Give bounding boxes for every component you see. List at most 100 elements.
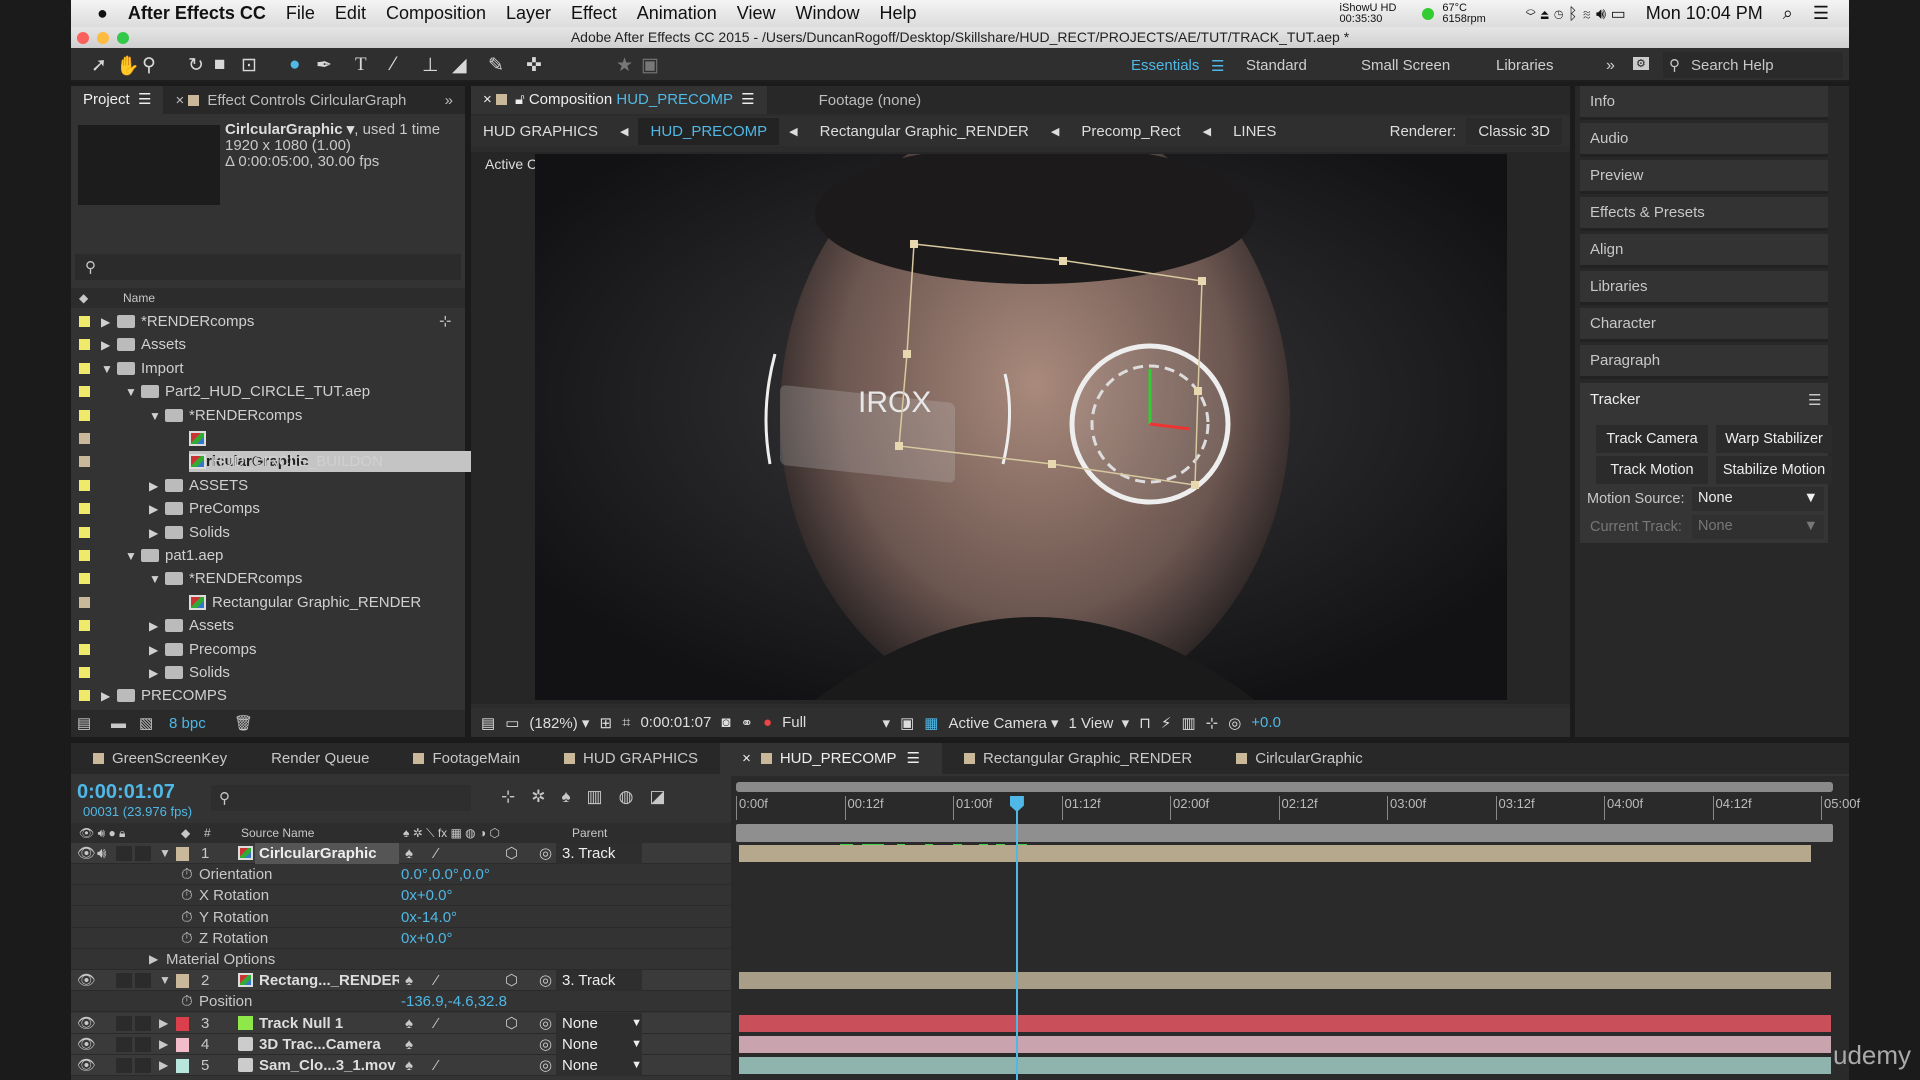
disclosure-open-icon[interactable]: ▼ [101, 358, 117, 381]
label-swatch[interactable] [79, 690, 90, 702]
pan-behind-tool-icon[interactable]: ⊡ [241, 54, 257, 77]
comp-viewer-frame[interactable]: IROX [535, 154, 1507, 700]
pixel-aspect-icon[interactable]: ⊓ [1139, 714, 1151, 732]
label-swatch[interactable] [176, 974, 189, 989]
project-item[interactable]: ▼ pat1.aep [71, 544, 441, 567]
label-swatch[interactable] [79, 503, 90, 515]
quality-switch[interactable]: ⁄ [435, 843, 438, 864]
graph-editor-icon[interactable]: ◪ [649, 787, 665, 807]
view-layout-dropdown[interactable]: 1 View ▾ [1069, 714, 1130, 732]
layer-duration-bar[interactable] [739, 1035, 1831, 1053]
region-of-interest-icon[interactable]: ▣ [900, 714, 914, 732]
disclosure-closed-icon[interactable]: ▶ [101, 334, 117, 357]
ellipse-tool-icon[interactable]: ● [289, 54, 300, 76]
quality-switch[interactable]: ⁄ [435, 1013, 438, 1034]
visibility-eye-icon[interactable]: 👁︎ [77, 1034, 96, 1055]
lock-switch[interactable] [135, 1015, 151, 1031]
breadcrumb-lines[interactable]: LINES [1221, 118, 1288, 145]
tab-greenscreenkey[interactable]: GreenScreenKey [71, 743, 249, 774]
label-swatch[interactable] [79, 526, 90, 538]
shy-switch[interactable]: ♠ [405, 1034, 413, 1055]
label-swatch[interactable] [79, 573, 90, 585]
menu-layer[interactable]: Layer [506, 3, 551, 24]
resolution-dropdown[interactable]: Full ▾ [782, 714, 890, 732]
3d-layer-switch[interactable]: ⬡ [505, 1013, 518, 1034]
rotate-tool-icon[interactable]: ↻ [188, 54, 204, 77]
camera-view-dropdown[interactable]: Active Camera ▾ [948, 714, 1058, 732]
label-swatch[interactable] [79, 620, 90, 632]
shy-switch[interactable]: ♠ [405, 1055, 413, 1076]
ishowu-status[interactable]: iShowU HD 00:35:30 [1340, 2, 1417, 25]
property-value[interactable]: 0.0°,0.0°,0.0° [401, 864, 490, 885]
workspace-standard[interactable]: Standard [1246, 57, 1307, 74]
menu-help[interactable]: Help [880, 3, 917, 24]
column-number[interactable]: # [204, 823, 211, 843]
property-row[interactable]: ⏱︎ Position -136.9,-4.6,32.8 [71, 991, 731, 1013]
layer-name[interactable]: Sam_Clo...3_1.mov [255, 1055, 399, 1076]
lock-switch[interactable] [135, 1058, 151, 1073]
disclosure-closed-icon[interactable]: ▶ [101, 685, 117, 708]
pick-whip-icon[interactable]: ◎ [539, 1034, 552, 1055]
close-tab-icon[interactable]: × [742, 750, 751, 767]
search-help-input[interactable]: ⚲ Search Help [1663, 52, 1843, 78]
minimize-window-button[interactable] [97, 32, 109, 44]
lock-switch[interactable] [135, 1036, 151, 1052]
breadcrumb-arrow-icon[interactable]: ◀ [1203, 125, 1211, 138]
breadcrumb-hud-precomp[interactable]: HUD_PRECOMP [638, 117, 780, 145]
show-snapshot-icon[interactable]: ⚭ [740, 714, 753, 732]
menu-view[interactable]: View [737, 3, 776, 24]
column-name[interactable]: Name [123, 288, 155, 308]
panel-libraries[interactable]: Libraries [1580, 271, 1828, 305]
project-item[interactable]: CirlcularGraphic [71, 427, 489, 472]
disclosure-closed-icon[interactable]: ▶ [149, 475, 165, 498]
disclosure-closed-icon[interactable]: ▶ [101, 311, 117, 334]
more-workspaces-icon[interactable]: » [1606, 57, 1615, 75]
3d-layer-switch[interactable]: ⬡ [505, 970, 518, 991]
current-track-dropdown[interactable]: None ▼ [1692, 515, 1824, 539]
column-parent[interactable]: Parent [572, 823, 607, 843]
layer-row[interactable]: 👁︎▼2Rectang..._RENDER♠⁄⬡◎3. Track Null▼ [71, 970, 731, 1013]
panel-overflow-icon[interactable]: » [433, 92, 465, 109]
workspace-libraries[interactable]: Libraries [1496, 57, 1554, 74]
layer-name[interactable]: Track Null 1 [255, 1013, 399, 1034]
stabilize-motion-button[interactable]: Stabilize Motion [1716, 456, 1832, 484]
comp-mini-flowchart-icon[interactable]: ⊹ [501, 787, 515, 807]
panel-preview[interactable]: Preview [1580, 160, 1828, 194]
wifi-icon[interactable]: ⌔ ⏏ ◷ ᛒ ≋ 🔊︎ ▭ [1526, 4, 1626, 24]
warp-stabilizer-button[interactable]: Warp Stabilizer [1716, 425, 1832, 453]
tab-composition[interactable]: × 🔓︎ Composition HUD_PRECOMP ☰ [471, 86, 767, 114]
disclosure-open-icon[interactable]: ▼ [125, 381, 141, 404]
viewer[interactable]: Active Camera IROX [471, 152, 1570, 704]
project-item[interactable]: ▶ Precomps [71, 638, 441, 661]
notification-icon[interactable]: ☰ [1813, 3, 1829, 24]
disclosure-closed-icon[interactable]: ▶ [149, 639, 165, 662]
menu-window[interactable]: Window [795, 3, 859, 24]
layer-duration-bar[interactable] [739, 845, 1811, 862]
layer-duration-bar[interactable] [739, 972, 1831, 990]
layer-row[interactable]: 👁︎ ▶ 4 3D Trac...Camera ♠ ◎ None ▼ [71, 1033, 731, 1055]
timeline-icon[interactable]: ▥ [1181, 714, 1195, 732]
puppet-pin-tool-icon[interactable]: ✜ [526, 54, 542, 77]
flowchart-icon[interactable]: ⊹ [439, 312, 452, 330]
disclosure-closed-icon[interactable]: ▶ [149, 662, 165, 685]
property-value[interactable]: -136.9,-4.6,32.8 [401, 991, 507, 1012]
label-swatch[interactable] [79, 339, 90, 351]
timeline-timecode[interactable]: 0:00:01:07 [77, 781, 175, 804]
mask-visibility-icon[interactable]: ⌗ [622, 714, 630, 731]
project-item[interactable]: ▶ Solids [71, 521, 441, 544]
disclosure-closed-icon[interactable]: ▶ [149, 498, 165, 521]
breadcrumb-rectangular-graphic-render[interactable]: Rectangular Graphic_RENDER [808, 118, 1041, 145]
breadcrumb-arrow-icon[interactable]: ◀ [789, 125, 797, 138]
brush-tool-icon[interactable]: ⁄ [392, 54, 395, 76]
solo-switch[interactable] [116, 1036, 132, 1052]
property-value[interactable]: 0x+0.0° [401, 885, 452, 906]
label-swatch[interactable] [79, 667, 90, 678]
workspace-essentials[interactable]: Essentials [1131, 57, 1199, 74]
label-swatch[interactable] [79, 409, 90, 421]
timeline-graph-area[interactable]: 0:00f 00:12f 01:00f 01:12f 02:00f 02:12f 03:00… [731, 776, 1860, 1080]
parent-dropdown[interactable]: None ▼ [556, 1012, 642, 1034]
selected-item-name[interactable]: CirlcularGraphic ▾ [225, 121, 354, 138]
spotlight-icon[interactable]: ⌕ [1783, 3, 1793, 24]
label-swatch[interactable] [79, 479, 90, 491]
project-item[interactable]: ▶ Assets [71, 333, 441, 356]
